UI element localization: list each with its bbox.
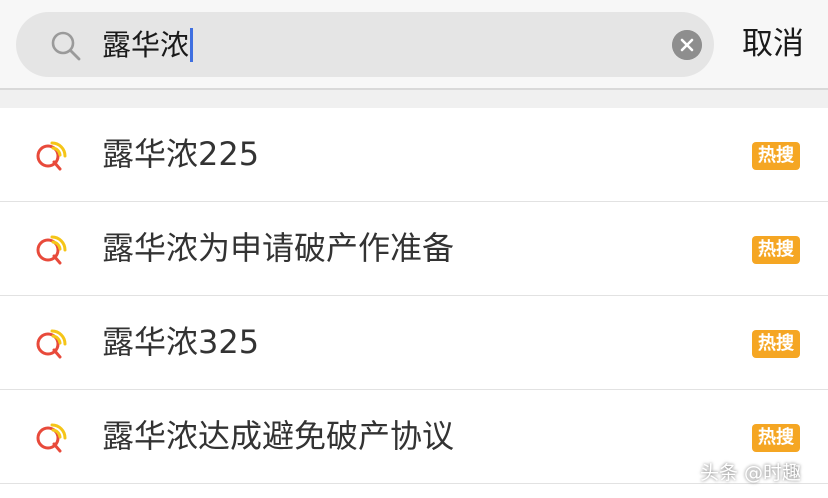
- search-input[interactable]: 露华浓: [16, 12, 714, 77]
- hot-badge: 热搜: [752, 236, 800, 264]
- hot-badge: 热搜: [752, 142, 800, 170]
- hot-badge: 热搜: [752, 330, 800, 358]
- section-divider: [0, 90, 828, 108]
- hot-search-icon: [36, 141, 67, 171]
- clear-icon[interactable]: [672, 30, 702, 60]
- hot-search-icon: [36, 329, 67, 359]
- suggestion-text: 露华浓225: [102, 135, 260, 173]
- search-icon: [51, 31, 81, 61]
- hot-search-icon: [36, 235, 67, 265]
- hot-badge: 热搜: [752, 424, 800, 452]
- suggestion-item[interactable]: 露华浓325 热搜: [0, 296, 828, 390]
- search-query[interactable]: 露华浓: [102, 25, 194, 65]
- suggestion-text: 露华浓325: [102, 323, 260, 361]
- suggestion-item[interactable]: 露华浓为申请破产作准备 热搜: [0, 202, 828, 296]
- suggestion-item[interactable]: 露华浓225 热搜: [0, 108, 828, 202]
- hot-search-icon: [36, 423, 67, 453]
- text-caret: [190, 28, 194, 62]
- search-query-text: 露华浓: [102, 28, 190, 62]
- suggestion-text: 露华浓为申请破产作准备: [102, 229, 455, 267]
- suggestion-list: 露华浓225 热搜 露华浓为申请破产作准备 热搜 露华浓325 热搜 露华浓达成…: [0, 108, 828, 484]
- suggestion-text: 露华浓达成避免破产协议: [102, 417, 455, 455]
- watermark: 头条 @时趣: [700, 462, 802, 484]
- search-header: 露华浓 取消: [0, 0, 828, 90]
- cancel-button[interactable]: 取消: [742, 22, 804, 66]
